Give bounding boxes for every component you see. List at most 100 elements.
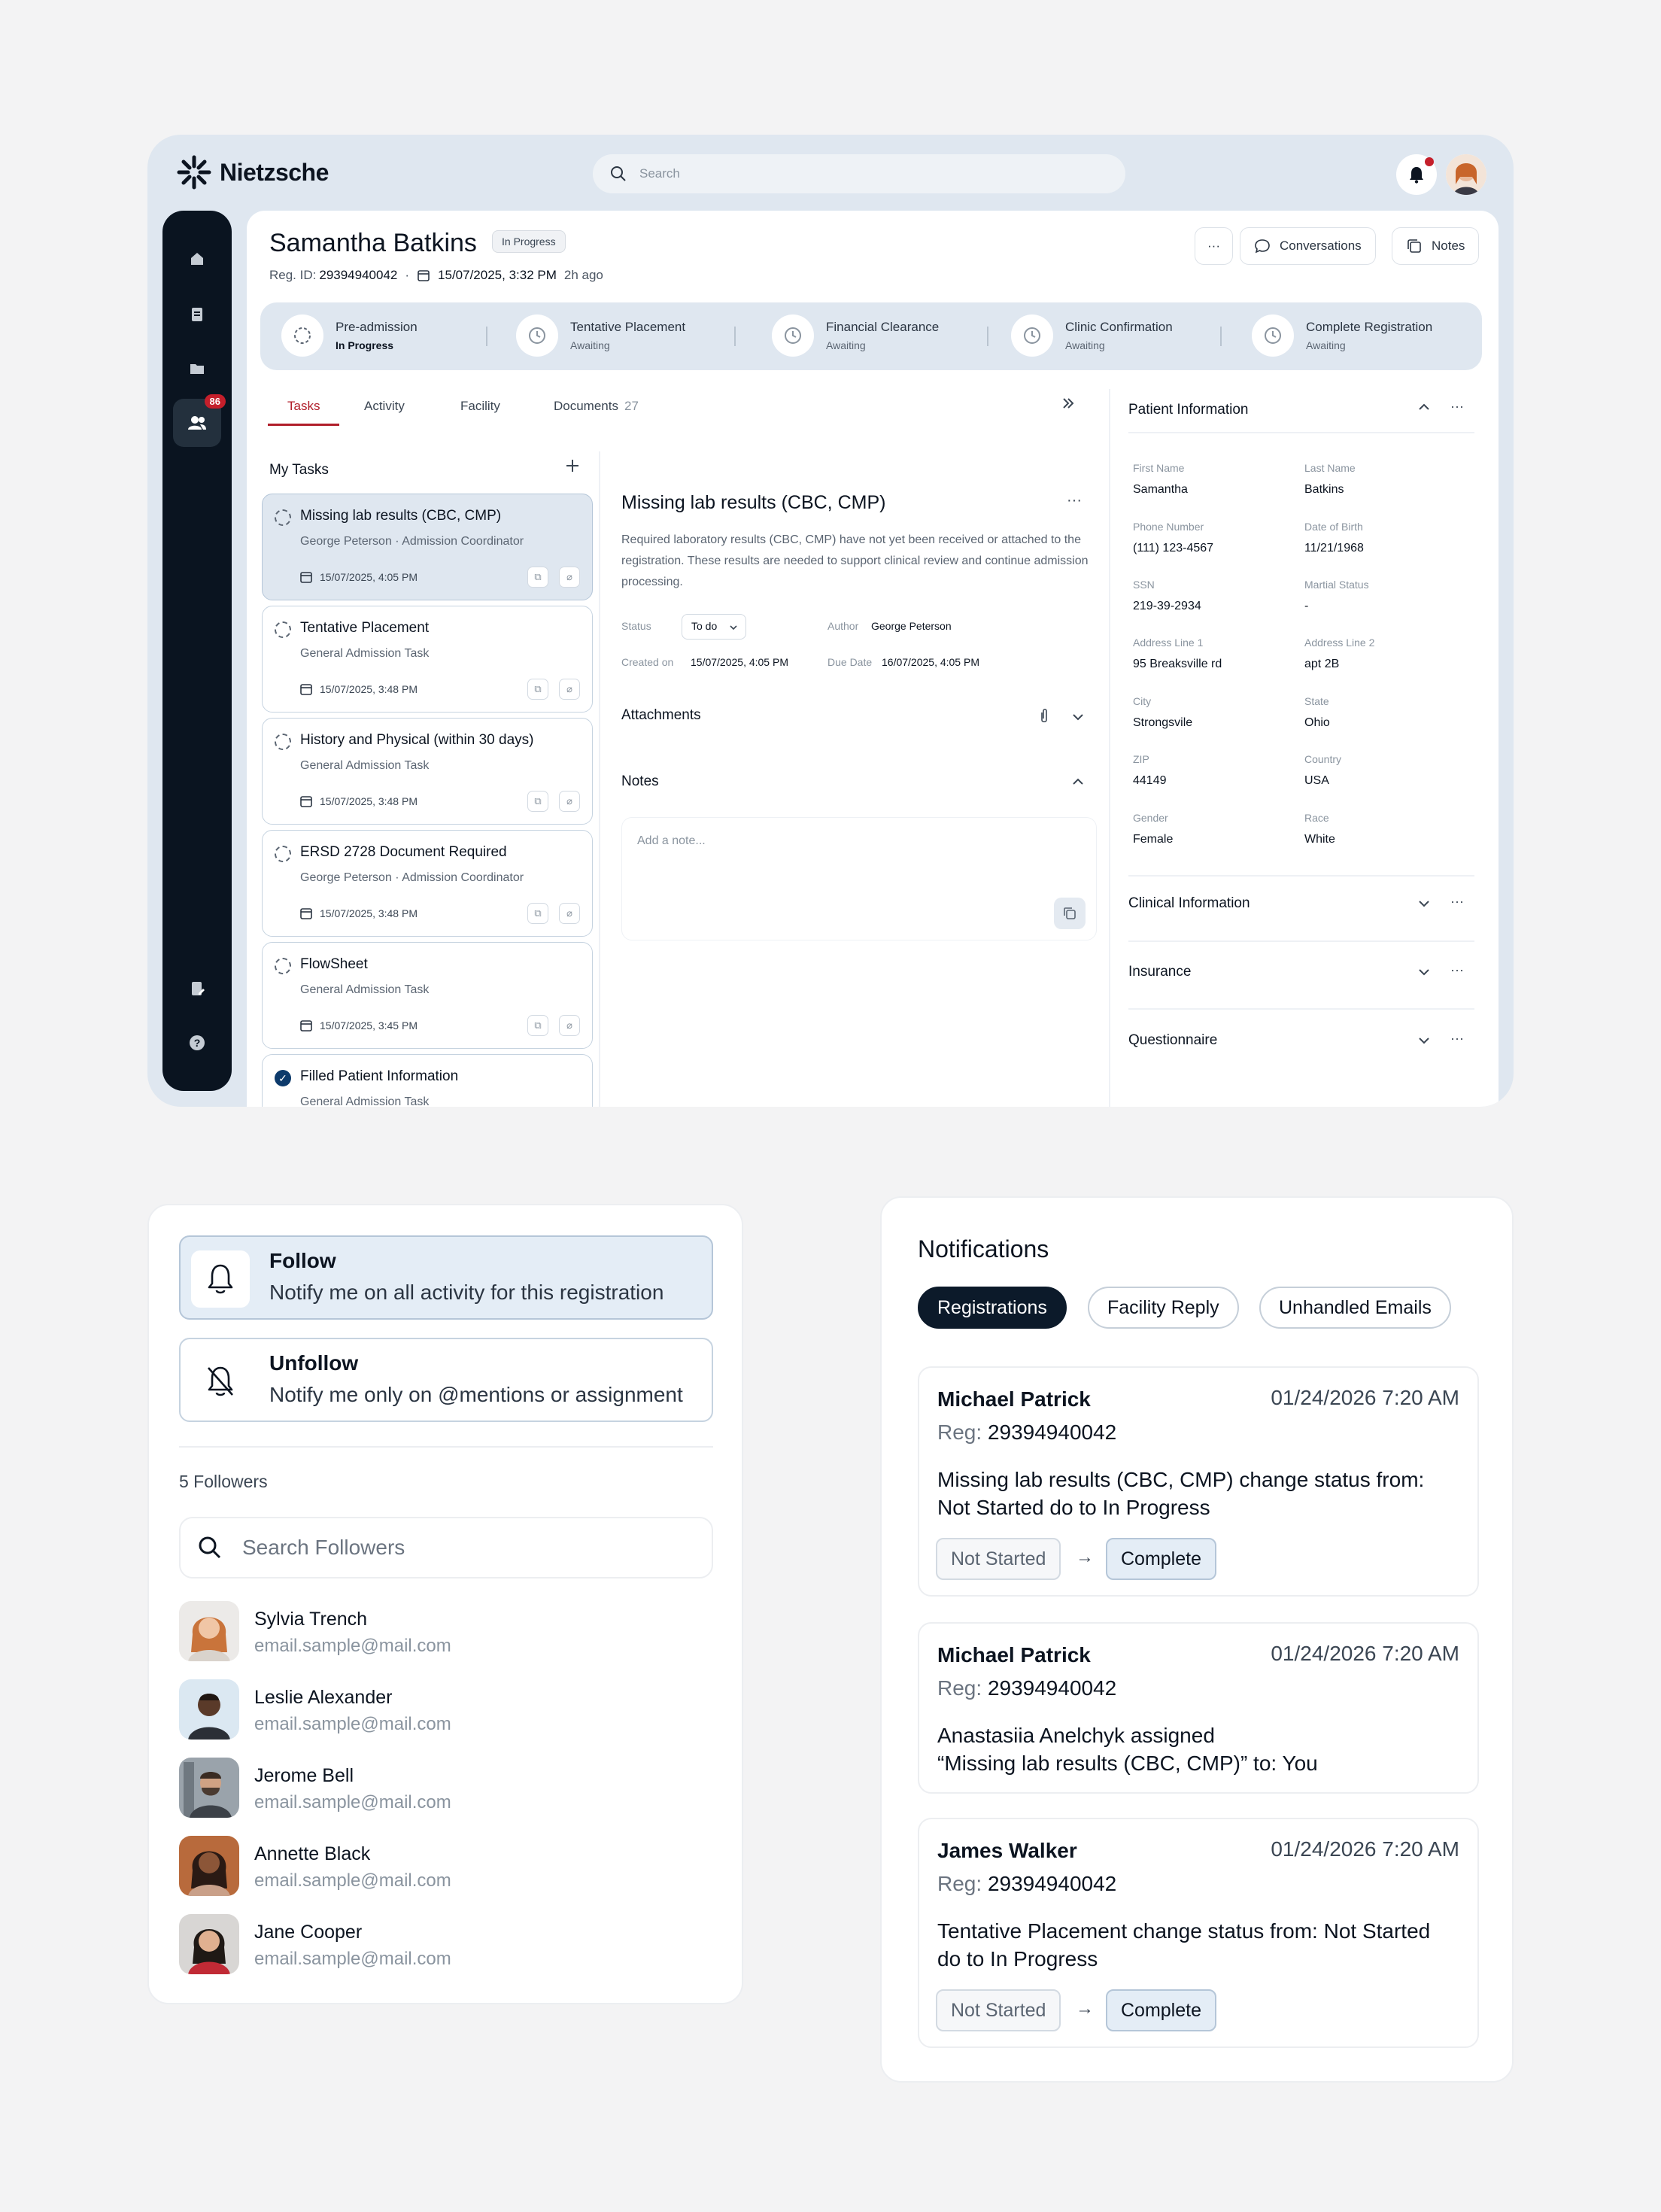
follower-item[interactable]: Leslie Alexander email.sample@mail.com <box>179 1679 706 1743</box>
calendar-icon <box>300 684 312 695</box>
patient-info-collapse[interactable] <box>1417 400 1431 418</box>
section-divider <box>1128 432 1474 433</box>
help-nav[interactable]: ? <box>179 1025 215 1061</box>
notes-button[interactable]: Notes <box>1392 227 1480 265</box>
attachment-icon[interactable]: ⌀ <box>559 903 580 924</box>
follower-name: Jane Cooper <box>254 1922 363 1943</box>
chip-facility-reply[interactable]: Facility Reply <box>1088 1287 1239 1329</box>
reg-id: 29394940042 <box>987 1420 1117 1444</box>
notifications-title: Notifications <box>918 1235 1049 1262</box>
tab-activity[interactable]: Activity <box>364 399 405 426</box>
follower-item[interactable]: Annette Black email.sample@mail.com <box>179 1836 706 1899</box>
step-financial-clearance[interactable]: Financial Clearance Awaiting <box>772 314 939 357</box>
tab-documents[interactable]: Documents 27 <box>554 399 639 426</box>
follow-option[interactable]: Follow Notify me on all activity for thi… <box>179 1235 713 1320</box>
message-line: Anastasiia Anelchyk assigned <box>937 1724 1215 1747</box>
insurance-expand[interactable] <box>1417 965 1431 983</box>
tab-tasks[interactable]: Tasks <box>268 399 340 426</box>
questionnaire-more[interactable]: ··· <box>1450 1031 1464 1047</box>
chip-unhandled-emails[interactable]: Unhandled Emails <box>1259 1287 1451 1329</box>
chip-registrations[interactable]: Registrations <box>918 1287 1067 1329</box>
collapse-panel-button[interactable] <box>1061 396 1076 427</box>
follow-description: Notify me on all activity for this regis… <box>269 1281 664 1304</box>
clock-icon <box>772 314 814 357</box>
more-icon: ··· <box>1450 399 1464 414</box>
step-clinic-confirmation[interactable]: Clinic Confirmation Awaiting <box>1011 314 1173 357</box>
follower-item[interactable]: Jerome Bell email.sample@mail.com <box>179 1758 706 1821</box>
clinical-info-expand[interactable] <box>1417 897 1431 914</box>
tab-facility[interactable]: Facility <box>460 399 500 426</box>
logo[interactable]: Nietzsche <box>176 154 329 190</box>
attachment-icon[interactable]: ⌀ <box>559 1015 580 1036</box>
field-value: USA <box>1304 774 1329 787</box>
notification-message: Anastasiia Anelchyk assigned “Missing lab… <box>937 1721 1464 1777</box>
notes-collapse[interactable] <box>1071 775 1085 792</box>
task-card[interactable]: ✓ Filled Patient Information General Adm… <box>262 1054 593 1107</box>
copy-icon[interactable]: ⧉ <box>527 567 548 588</box>
add-task-button[interactable] <box>564 457 581 478</box>
followers-search-input[interactable]: Search Followers <box>179 1517 713 1578</box>
chevron-down-icon <box>730 625 737 630</box>
notification-time: 01/24/2026 7:20 AM <box>1271 1837 1459 1861</box>
step-title: Financial Clearance <box>826 320 940 334</box>
more-button[interactable]: ··· <box>1195 227 1233 265</box>
follower-item[interactable]: Sylvia Trench email.sample@mail.com <box>179 1601 706 1664</box>
notifications-button[interactable] <box>1396 154 1437 195</box>
conversations-button[interactable]: Conversations <box>1240 227 1376 265</box>
attachments-expand[interactable] <box>1071 710 1085 728</box>
due-label: Due Date <box>827 656 873 668</box>
step-title: Tentative Placement <box>570 320 686 334</box>
note-submit-button[interactable] <box>1054 898 1086 929</box>
help-icon: ? <box>190 1035 205 1050</box>
status-select[interactable]: To do <box>682 614 746 640</box>
notification-item[interactable]: Michael Patrick 01/24/2026 7:20 AM Reg: … <box>918 1622 1479 1794</box>
step-pre-admission[interactable]: Pre-admission In Progress <box>281 314 418 357</box>
field-label: Martial Status <box>1304 579 1369 591</box>
task-title: Filled Patient Information <box>300 1068 459 1084</box>
step-complete-registration[interactable]: Complete Registration Awaiting <box>1252 314 1432 357</box>
patients-badge: 86 <box>204 394 226 409</box>
task-card[interactable]: History and Physical (within 30 days) Ge… <box>262 718 593 825</box>
notification-item[interactable]: James Walker 01/24/2026 7:20 AM Reg: 293… <box>918 1818 1479 2048</box>
patient-info-more[interactable]: ··· <box>1450 399 1464 415</box>
edit-nav[interactable] <box>179 971 215 1007</box>
clinical-info-more[interactable]: ··· <box>1450 894 1464 910</box>
insurance-more[interactable]: ··· <box>1450 962 1464 978</box>
copy-icon[interactable]: ⧉ <box>527 791 548 812</box>
field-value: 95 Breaksville rd <box>1133 658 1222 670</box>
step-title: Pre-admission <box>336 320 418 334</box>
attach-button[interactable] <box>1038 707 1050 729</box>
home-nav[interactable] <box>179 241 215 277</box>
patients-nav[interactable]: 86 <box>173 394 226 447</box>
status-badge: In Progress <box>492 230 566 253</box>
attachment-icon[interactable]: ⌀ <box>559 791 580 812</box>
task-subtitle: George Peterson · Admission Coordinator <box>300 535 524 548</box>
step-tentative-placement[interactable]: Tentative Placement Awaiting <box>516 314 685 357</box>
task-date: 15/07/2025, 3:48 PM <box>300 683 418 695</box>
task-more-button[interactable]: ··· <box>1067 492 1082 509</box>
due-value: 16/07/2025, 4:05 PM <box>882 656 979 668</box>
note-input[interactable]: Add a note... <box>621 817 1097 940</box>
attachment-icon[interactable]: ⌀ <box>559 679 580 700</box>
unfollow-option[interactable]: Unfollow Notify me only on @mentions or … <box>179 1338 713 1422</box>
copy-icon[interactable]: ⧉ <box>527 679 548 700</box>
folder-nav[interactable] <box>179 351 215 387</box>
task-card[interactable]: ERSD 2728 Document Required George Peter… <box>262 830 593 937</box>
documents-nav[interactable] <box>179 296 215 333</box>
task-card[interactable]: Missing lab results (CBC, CMP) George Pe… <box>262 494 593 600</box>
arrow-right-icon: → <box>1076 1547 1094 1567</box>
notification-item[interactable]: Michael Patrick 01/24/2026 7:20 AM Reg: … <box>918 1366 1479 1597</box>
questionnaire-expand[interactable] <box>1417 1034 1431 1051</box>
follower-item[interactable]: Jane Cooper email.sample@mail.com <box>179 1914 706 1977</box>
user-avatar[interactable] <box>1446 154 1486 195</box>
task-card[interactable]: FlowSheet General Admission Task 15/07/2… <box>262 942 593 1049</box>
task-date: 15/07/2025, 3:48 PM <box>300 907 418 919</box>
pending-status-icon <box>275 509 291 526</box>
copy-icon[interactable]: ⧉ <box>527 903 548 924</box>
task-card[interactable]: Tentative Placement General Admission Ta… <box>262 606 593 713</box>
attachment-icon[interactable]: ⌀ <box>559 567 580 588</box>
copy-icon[interactable]: ⧉ <box>527 1015 548 1036</box>
step-status: Awaiting <box>1306 339 1346 351</box>
search-input[interactable]: Search <box>593 154 1125 193</box>
author-value: George Peterson <box>871 620 952 632</box>
